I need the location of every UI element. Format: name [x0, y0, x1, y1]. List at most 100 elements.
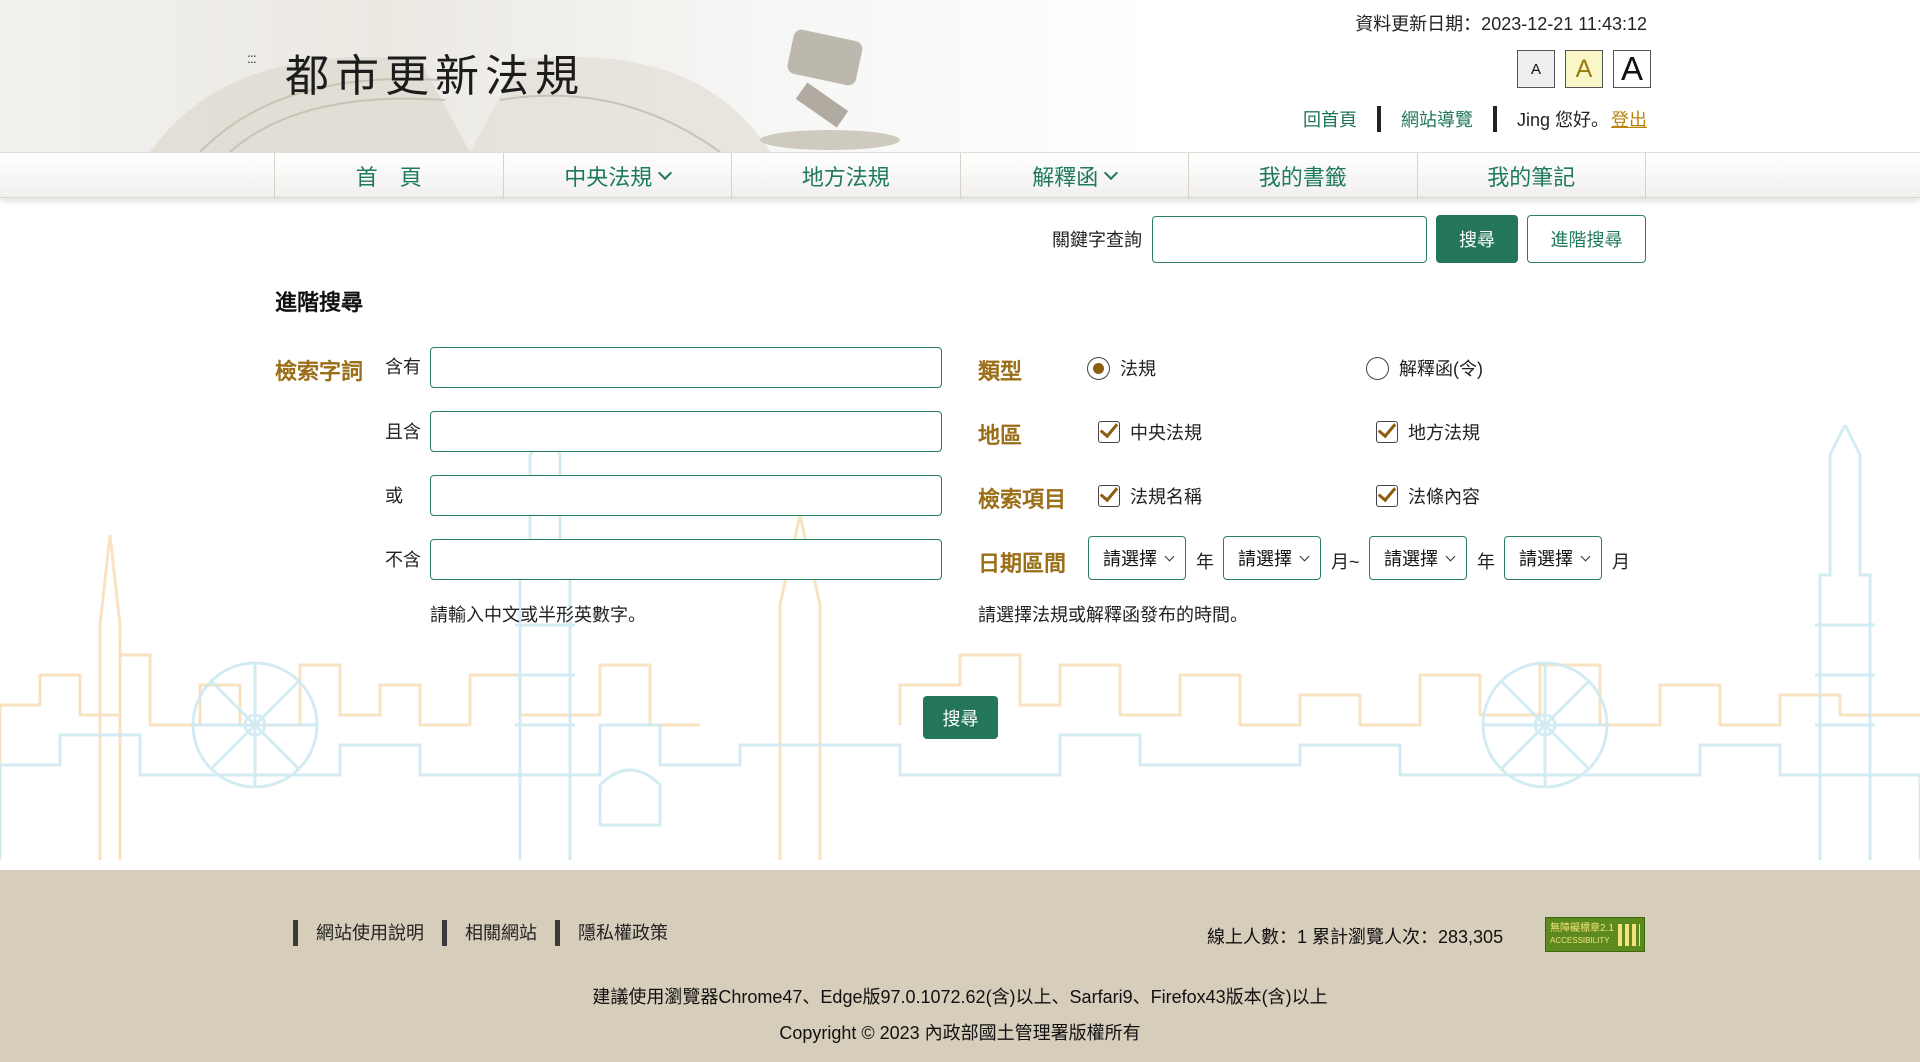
- accessibility-badge-icon[interactable]: 無障礙標章2.1 ACCESSIBILITY: [1545, 917, 1645, 952]
- chevron-down-icon: [658, 165, 673, 181]
- font-size-medium-button[interactable]: A: [1565, 50, 1603, 88]
- nav-item-my-bookmarks[interactable]: 我的書籤: [1189, 153, 1418, 199]
- advanced-search-submit-button[interactable]: 搜尋: [923, 696, 998, 739]
- type-option-label: 法規: [1120, 359, 1156, 379]
- year-unit-label: 年: [1196, 552, 1214, 572]
- nav-item-label: 首 頁: [355, 165, 422, 190]
- scope-option-content[interactable]: 法條內容: [1376, 483, 1480, 509]
- user-greeting: Jing 您好。: [1516, 110, 1609, 130]
- search-terms-hint: 請輸入中文或半形英數字。: [430, 605, 646, 625]
- nav-item-local-regulations[interactable]: 地方法規: [732, 153, 961, 199]
- select-value: 請選擇: [1103, 549, 1157, 569]
- font-size-controls: A A A: [1517, 50, 1651, 88]
- update-date: 資料更新日期：2023-12-21 11:43:12: [1355, 14, 1647, 34]
- region-option-label: 地方法規: [1408, 423, 1480, 443]
- scope-option-label: 法規名稱: [1130, 487, 1202, 507]
- region-label: 地區: [978, 423, 1023, 448]
- badge-line: 無障礙標章2.1: [1550, 922, 1614, 934]
- footer-link-related-sites[interactable]: 相關網站: [442, 920, 537, 946]
- month-unit-label: 月: [1612, 552, 1630, 572]
- nav-item-label: 地方法規: [801, 165, 890, 190]
- month-to-unit-label: 月~: [1331, 552, 1360, 572]
- select-value: 請選擇: [1384, 549, 1438, 569]
- or-label: 或: [385, 486, 403, 506]
- keyword-search-label: 關鍵字查詢: [1052, 230, 1142, 250]
- main-nav: 首 頁 中央法規 地方法規 解釋函 我的書籤 我的筆記: [0, 152, 1920, 199]
- nav-item-interpretations[interactable]: 解釋函: [961, 153, 1189, 199]
- advanced-search-button[interactable]: 進階搜尋: [1527, 215, 1646, 263]
- or-terms-input[interactable]: [430, 475, 942, 516]
- site-header: ::: 都市更新法規 資料更新日期：2023-12-21 11:43:12 A …: [0, 0, 1920, 152]
- keyword-search-button[interactable]: 搜尋: [1436, 215, 1518, 263]
- year-unit-label: 年: [1477, 552, 1495, 572]
- browser-recommendation: 建議使用瀏覽器Chrome47、Edge版97.0.1072.62(含)以上、S…: [592, 987, 1328, 1007]
- nav-item-label: 我的書籤: [1258, 165, 1347, 190]
- chevron-down-icon: [1164, 551, 1175, 562]
- exclude-terms-input[interactable]: [430, 539, 942, 580]
- logout-link[interactable]: 登出: [1611, 106, 1647, 132]
- region-option-local[interactable]: 地方法規: [1376, 419, 1480, 445]
- end-year-select[interactable]: 請選擇: [1369, 536, 1467, 580]
- badge-grid-icon: [1618, 924, 1640, 946]
- nav-item-home[interactable]: 首 頁: [275, 153, 504, 199]
- end-month-select[interactable]: 請選擇: [1504, 536, 1602, 580]
- badge-line: ACCESSIBILITY: [1550, 935, 1610, 945]
- type-label: 類型: [978, 359, 1023, 384]
- chevron-down-icon: [1104, 165, 1119, 181]
- start-year-select[interactable]: 請選擇: [1088, 536, 1186, 580]
- checkbox-checked-icon: [1376, 421, 1398, 443]
- region-option-label: 中央法規: [1130, 423, 1202, 443]
- radio-selected-icon: [1087, 356, 1110, 380]
- nav-item-label: 解釋函: [1032, 165, 1099, 190]
- include-terms-input[interactable]: [430, 347, 942, 388]
- and-include-label: 且含: [385, 422, 421, 442]
- quick-search-bar: 關鍵字查詢 搜尋 進階搜尋: [1052, 215, 1646, 263]
- city-skyline-background-image: [0, 425, 1920, 860]
- type-option-label: 解釋函(令): [1399, 359, 1483, 379]
- checkbox-checked-icon: [1376, 485, 1398, 507]
- site-title[interactable]: 都市更新法規: [285, 40, 585, 104]
- advanced-search-title: 進階搜尋: [275, 290, 364, 315]
- checkbox-checked-icon: [1098, 421, 1120, 443]
- date-range-hint: 請選擇法規或解釋函發布的時間。: [978, 605, 1248, 625]
- region-option-central[interactable]: 中央法規: [1098, 419, 1202, 445]
- copyright: Copyright © 2023 內政部國土管理署版權所有: [779, 1023, 1141, 1043]
- page: ::: 都市更新法規 資料更新日期：2023-12-21 11:43:12 A …: [0, 0, 1920, 1062]
- scope-option-label: 法條內容: [1408, 487, 1480, 507]
- chevron-down-icon: [1580, 551, 1591, 562]
- site-footer: 網站使用說明 相關網站 隱私權政策 線上人數：1 累計瀏覽人次：283,305 …: [0, 870, 1920, 1062]
- select-value: 請選擇: [1238, 549, 1292, 569]
- date-range-label: 日期區間: [978, 551, 1067, 576]
- and-include-terms-input[interactable]: [430, 411, 942, 452]
- footer-links: 網站使用說明 相關網站 隱私權政策: [293, 920, 686, 946]
- footer-link-privacy-policy[interactable]: 隱私權政策: [555, 920, 668, 946]
- include-label: 含有: [385, 357, 421, 377]
- search-terms-label: 檢索字詞: [275, 359, 364, 384]
- accessibility-key-link[interactable]: :::: [247, 50, 257, 66]
- footer-link-site-guide[interactable]: 網站使用說明: [293, 920, 424, 946]
- divider: [1376, 106, 1381, 132]
- chevron-down-icon: [1299, 551, 1310, 562]
- type-option-regulation[interactable]: 法規: [1087, 355, 1156, 381]
- nav-item-label: 中央法規: [564, 165, 653, 190]
- start-month-select[interactable]: 請選擇: [1223, 536, 1321, 580]
- home-link[interactable]: 回首頁: [1303, 106, 1357, 132]
- checkbox-checked-icon: [1098, 485, 1120, 507]
- font-size-small-button[interactable]: A: [1517, 50, 1555, 88]
- sitemap-link[interactable]: 網站導覽: [1401, 106, 1473, 132]
- visitor-counter: 線上人數：1 累計瀏覽人次：283,305: [1207, 927, 1504, 947]
- top-utility-links: 回首頁 網站導覽 Jing 您好。 登出: [1303, 106, 1647, 132]
- font-size-large-button[interactable]: A: [1613, 50, 1651, 88]
- nav-item-my-notes[interactable]: 我的筆記: [1418, 153, 1646, 199]
- scope-option-title[interactable]: 法規名稱: [1098, 483, 1202, 509]
- divider: [1492, 106, 1497, 132]
- keyword-search-input[interactable]: [1152, 215, 1427, 263]
- exclude-label: 不含: [385, 550, 421, 570]
- search-scope-label: 檢索項目: [978, 487, 1067, 512]
- nav-item-label: 我的筆記: [1487, 165, 1576, 190]
- radio-unselected-icon: [1366, 356, 1389, 380]
- select-value: 請選擇: [1519, 549, 1573, 569]
- type-option-interpretation[interactable]: 解釋函(令): [1366, 355, 1483, 381]
- nav-item-central-regulations[interactable]: 中央法規: [504, 153, 732, 199]
- chevron-down-icon: [1445, 551, 1456, 562]
